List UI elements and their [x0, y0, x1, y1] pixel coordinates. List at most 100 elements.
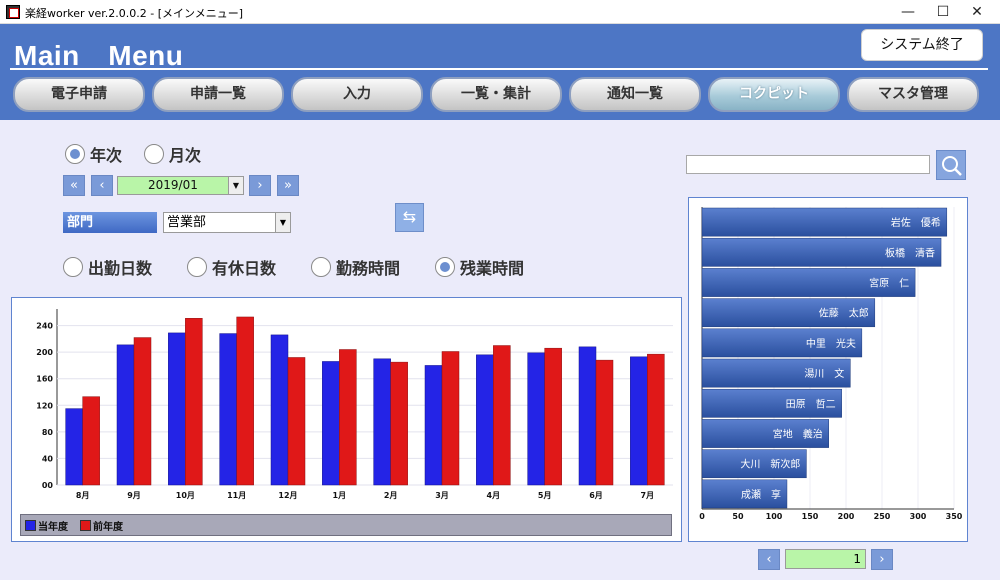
metric-label: 有休日数 — [212, 259, 277, 278]
bar-previous — [647, 353, 665, 486]
yearly-label: 年次 — [90, 146, 123, 165]
x-tick-label: 12月 — [278, 491, 297, 500]
x-tick-label: 10月 — [176, 491, 195, 500]
window-titlebar: 楽経worker ver.2.0.0.2 - [メインメニュー] — ☐ ✕ — [0, 0, 1000, 24]
swap-icon[interactable]: ⇆ — [395, 203, 424, 232]
metric-radio-paid-leave[interactable]: 有休日数 — [187, 255, 276, 279]
metric-radio-overtime[interactable]: 残業時間 — [435, 255, 524, 279]
ranking-page-number: 1 — [785, 549, 866, 569]
bar-current — [527, 352, 545, 486]
ranking-name-label: 佐藤 太郎 — [819, 307, 869, 320]
exit-system-button[interactable]: システム終了 — [861, 29, 983, 61]
monthly-label: 月次 — [169, 146, 202, 165]
radio-unselected-icon — [63, 257, 83, 277]
ranking-name-label: 田原 哲二 — [786, 398, 836, 410]
y-tick-label: 200 — [36, 348, 53, 357]
search-input[interactable] — [686, 155, 930, 174]
bar-current — [630, 356, 648, 486]
x-tick-label: 1月 — [333, 491, 347, 500]
prev-period-button[interactable]: ‹ — [91, 175, 113, 196]
bar-current — [578, 346, 597, 486]
period-date-select[interactable]: 2019/01 ▼ — [117, 176, 244, 195]
next-period-button[interactable]: › — [249, 175, 271, 196]
x-tick-label: 100 — [766, 512, 783, 521]
app-icon — [6, 5, 20, 19]
department-value: 営業部 — [167, 215, 207, 230]
x-tick-label: 5月 — [538, 491, 552, 500]
tab-master-management[interactable]: マスタ管理 — [847, 77, 979, 112]
first-period-button[interactable]: « — [63, 175, 85, 196]
monthly-radio[interactable]: 月次 — [144, 142, 201, 166]
tab-application-list[interactable]: 申請一覧 — [152, 77, 284, 112]
metric-radio-attendance[interactable]: 出勤日数 — [63, 255, 152, 279]
x-tick-label: 8月 — [76, 491, 90, 500]
x-tick-label: 2月 — [384, 491, 398, 500]
y-tick-label: 120 — [36, 401, 53, 410]
radio-selected-icon — [435, 257, 455, 277]
ranking-name-label: 湯川 文 — [804, 367, 844, 380]
x-tick-label: 350 — [946, 512, 963, 521]
ranking-name-label: 板橋 清香 — [885, 246, 935, 259]
metric-label: 残業時間 — [460, 259, 525, 278]
ranking-prev-page-button[interactable]: ‹ — [758, 549, 780, 570]
bar-previous — [133, 337, 152, 486]
bar-current — [219, 333, 237, 486]
x-tick-label: 0 — [699, 512, 705, 521]
chevron-down-icon[interactable]: ▼ — [275, 213, 290, 232]
monthly-bar-chart: 00 40 80 120 160 200 240 8月 9月 10月 11月 12月 1月 2月 3月 4月 5… — [36, 309, 673, 500]
y-tick-label: 160 — [36, 375, 53, 384]
bar-previous — [236, 316, 254, 486]
ranking-next-page-button[interactable]: › — [871, 549, 893, 570]
chart-legend: 当年度 前年度 — [20, 514, 672, 536]
window-title: 楽経worker ver.2.0.0.2 - [メインメニュー] — [25, 7, 243, 20]
radio-unselected-icon — [144, 144, 164, 164]
tab-notifications[interactable]: 通知一覧 — [569, 77, 701, 112]
legend-label-previous: 前年度 — [93, 521, 123, 533]
search-icon-glyph — [942, 156, 962, 176]
bar-previous — [493, 345, 511, 486]
last-period-button[interactable]: » — [277, 175, 299, 196]
legend-swatch-previous — [80, 519, 91, 531]
header-divider — [10, 68, 988, 70]
x-tick-label: 150 — [802, 512, 819, 521]
ranking-name-label: 成瀬 享 — [741, 488, 781, 501]
period-date-value: 2019/01 — [148, 178, 198, 192]
bar-current — [322, 361, 340, 486]
bar-previous — [544, 347, 562, 486]
yearly-radio[interactable]: 年次 — [65, 142, 122, 166]
x-tick-label: 50 — [732, 512, 744, 521]
tab-list-summary[interactable]: 一覧・集計 — [430, 77, 562, 112]
ranking-name-label: 岩佐 優希 — [891, 216, 941, 229]
department-select[interactable]: 営業部 ▼ — [163, 212, 291, 233]
x-tick-label: 11月 — [227, 491, 246, 500]
tab-cockpit[interactable]: コクピット — [708, 77, 840, 112]
bar-current — [270, 334, 289, 486]
ranking-name-label: 大川 新次郎 — [740, 458, 800, 471]
y-tick-label: 40 — [42, 454, 54, 463]
bar-previous — [390, 361, 408, 486]
x-tick-label: 4月 — [487, 491, 501, 500]
bar-current — [116, 344, 135, 486]
bar-current — [373, 358, 391, 486]
ranking-name-label: 中里 光夫 — [806, 337, 856, 350]
radio-unselected-icon — [311, 257, 331, 277]
y-tick-label: 00 — [42, 481, 54, 490]
header: Main Menu システム終了 電子申請 申請一覧 入力 一覧・集計 通知一覧… — [0, 24, 1000, 120]
bar-current — [424, 365, 443, 486]
tab-input[interactable]: 入力 — [291, 77, 423, 112]
metric-radio-work-hours[interactable]: 勤務時間 — [311, 255, 400, 279]
close-button[interactable]: ✕ — [954, 0, 1000, 24]
tab-e-application[interactable]: 電子申請 — [13, 77, 145, 112]
x-tick-label: 3月 — [435, 491, 449, 500]
bar-current — [65, 408, 83, 486]
bar-previous — [441, 351, 460, 486]
ranking-name-label: 宮地 義治 — [773, 428, 823, 441]
x-tick-label: 300 — [910, 512, 927, 521]
y-tick-label: 240 — [36, 322, 53, 331]
bar-current — [476, 354, 494, 486]
radio-selected-icon — [65, 144, 85, 164]
chevron-down-icon[interactable]: ▼ — [228, 177, 243, 194]
search-icon[interactable] — [936, 150, 966, 180]
legend-label-current: 当年度 — [38, 521, 68, 533]
bar-previous — [339, 349, 357, 486]
